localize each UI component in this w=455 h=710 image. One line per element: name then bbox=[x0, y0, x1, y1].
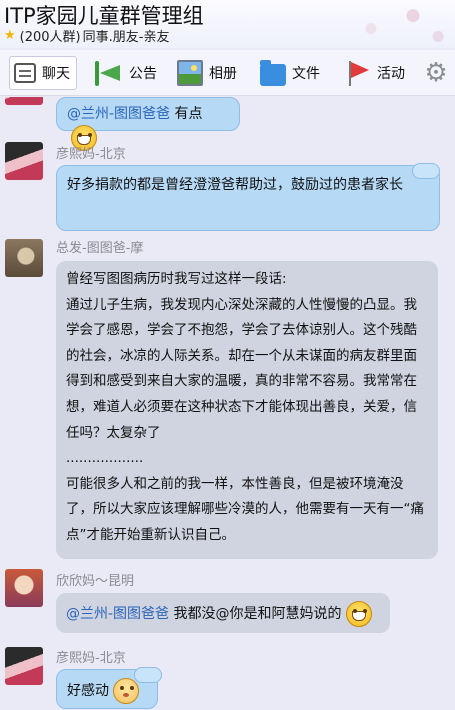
tab-label: 公告 bbox=[129, 66, 157, 82]
sender-name: 彦熙妈-北京 bbox=[56, 651, 126, 666]
sender-name: 总发-图图爸-摩 bbox=[56, 241, 144, 256]
tab-label: 聊天 bbox=[42, 66, 70, 82]
message-paragraph: 通过儿子生病，我发现内心深处深藏的人性慢慢的凸显。我学会了感恩，学会了不抱怨，学… bbox=[66, 296, 417, 441]
message-bubble: 好多捐款的都是曾经澄澄爸帮助过，鼓励过的患者家长 bbox=[56, 165, 440, 231]
message-bubble: 曾经写图图病历时我写过这样一段话: 通过儿子生病，我发现内心深处深藏的人性慢慢的… bbox=[56, 261, 438, 559]
chat-header: ITP家园儿童群管理组 ★ (200人群) 同事.朋友-亲友 bbox=[0, 0, 455, 52]
tab-label: 活动 bbox=[377, 66, 405, 82]
chat-icon bbox=[14, 63, 36, 83]
mention-link[interactable]: @兰州-图图爸爸 bbox=[66, 606, 169, 622]
message-paragraph: 曾经写图图病历时我写过这样一段话: bbox=[66, 271, 287, 287]
avatar[interactable] bbox=[5, 569, 43, 607]
photo-album-icon bbox=[177, 60, 203, 86]
member-count: (200人群) bbox=[19, 29, 81, 45]
tab-album[interactable]: 相册 bbox=[177, 56, 237, 90]
tab-chat[interactable]: 聊天 bbox=[9, 56, 77, 90]
sender-name: 彦熙妈-北京 bbox=[56, 147, 126, 162]
gear-icon[interactable]: ⚙ bbox=[423, 60, 449, 86]
group-tags: 同事.朋友-亲友 bbox=[82, 29, 170, 45]
avatar[interactable] bbox=[5, 97, 43, 105]
chat-message-list[interactable]: @兰州-图图爸爸 有点 彦熙妈-北京 好多捐款的都是曾经澄澄爸帮助过，鼓励过的患… bbox=[0, 97, 455, 710]
message-bubble: @兰州-图图爸爸 有点 bbox=[56, 97, 240, 151]
message-text: 好感动 bbox=[67, 683, 109, 699]
folder-icon bbox=[260, 60, 286, 86]
bubble-cloud-decoration bbox=[134, 663, 164, 685]
avatar[interactable] bbox=[5, 142, 43, 180]
message-paragraph: 可能很多人和之前的我一样，本性善良，但是被环境淹没了，所以大家应该理解哪些冷漠的… bbox=[66, 475, 424, 543]
message-text: 有点 bbox=[170, 106, 203, 122]
avatar[interactable] bbox=[5, 647, 43, 685]
bubble-cloud-decoration bbox=[412, 159, 442, 181]
megaphone-icon bbox=[93, 60, 123, 86]
message-bubble: @兰州-图图爸爸 我都没@你是和阿慧妈说的 bbox=[56, 593, 390, 633]
blossom-decoration bbox=[245, 0, 455, 52]
message-text: 我都没@你是和阿慧妈说的 bbox=[169, 606, 342, 622]
message-paragraph: .................. bbox=[66, 450, 144, 467]
group-info: ★ (200人群) 同事.朋友-亲友 bbox=[4, 26, 170, 45]
sender-name: 欣欣妈～昆明 bbox=[56, 574, 135, 589]
flag-icon bbox=[345, 60, 371, 86]
tab-notice[interactable]: 公告 bbox=[93, 56, 157, 90]
mention-link[interactable]: @兰州-图图爸爸 bbox=[67, 106, 170, 122]
message-text: 好多捐款的都是曾经澄澄爸帮助过，鼓励过的患者家长 bbox=[67, 177, 403, 193]
avatar[interactable] bbox=[5, 239, 43, 277]
tab-label: 文件 bbox=[292, 66, 320, 82]
tab-activities[interactable]: 活动 bbox=[345, 56, 405, 90]
tab-label: 相册 bbox=[209, 66, 237, 82]
tab-files[interactable]: 文件 bbox=[260, 56, 320, 90]
star-icon: ★ bbox=[4, 27, 16, 43]
group-toolbar: 聊天 公告 相册 文件 活动 ⚙ bbox=[0, 50, 455, 96]
grin-emoji-icon bbox=[345, 601, 372, 627]
